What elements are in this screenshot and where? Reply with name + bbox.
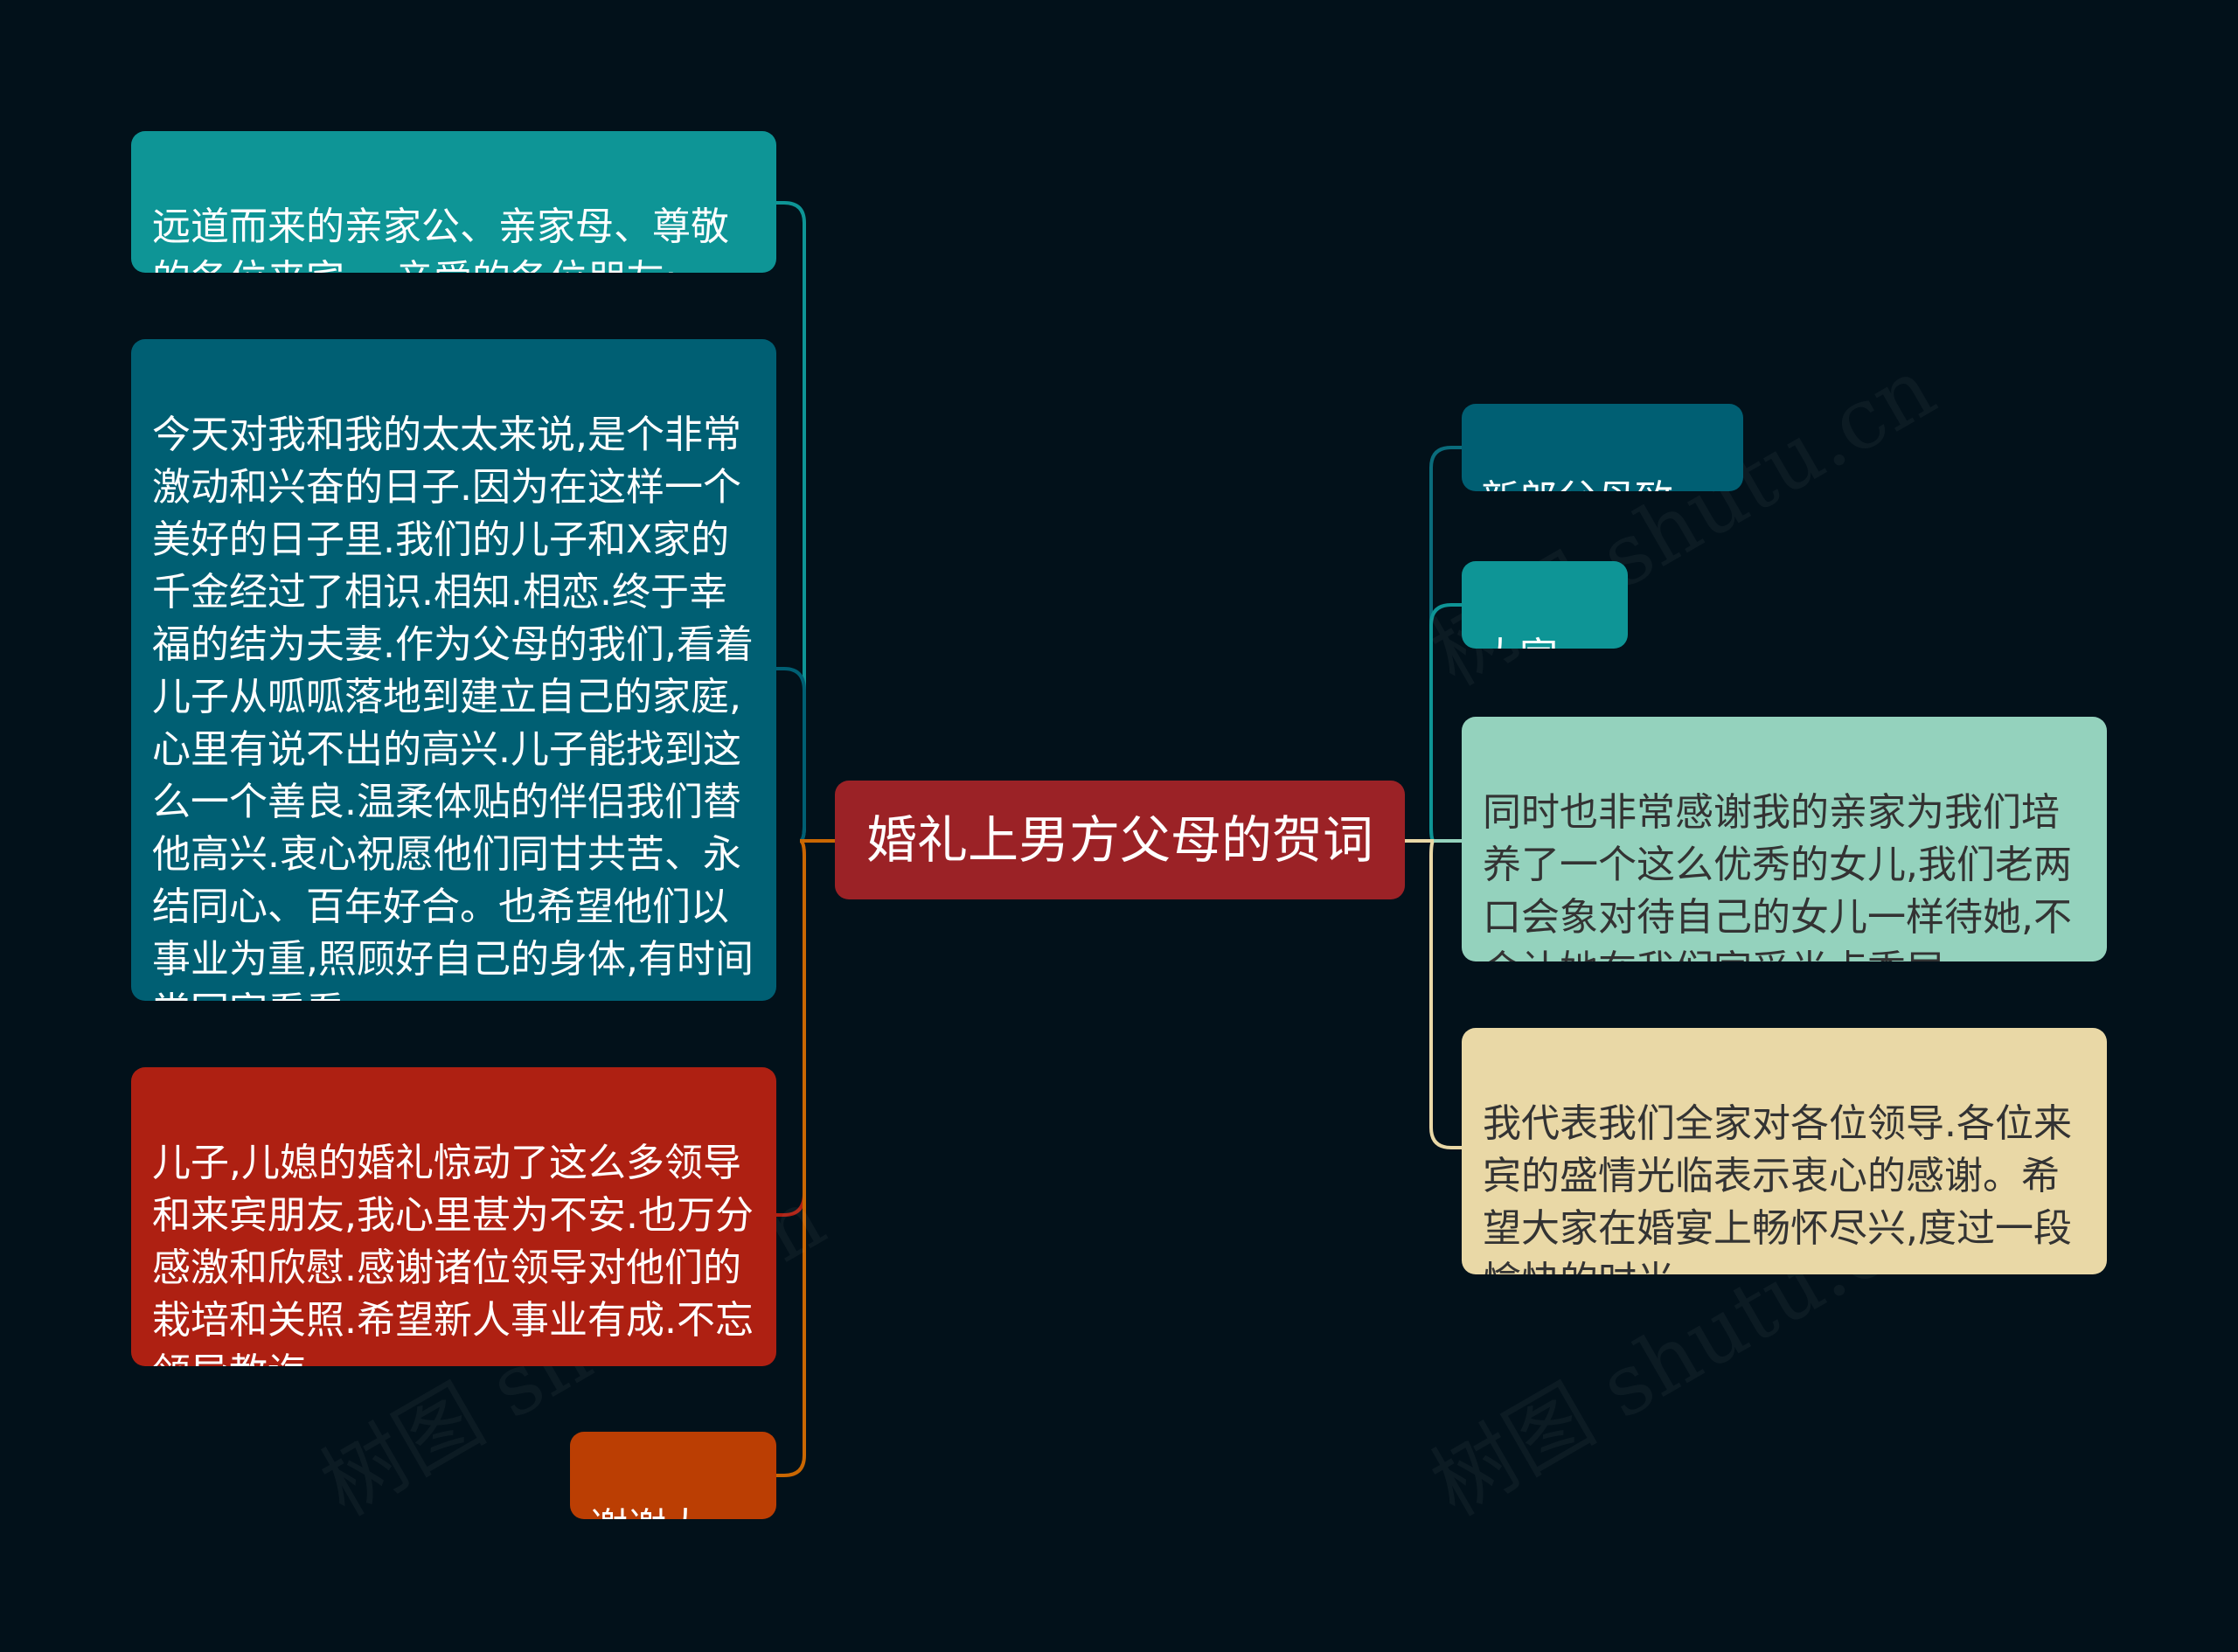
topic-text: 大家好! [1481, 635, 1558, 649]
connector-r4 [1405, 839, 1462, 1149]
topic-today-emotions[interactable]: 今天对我和我的太太来说,是个非常 激动和兴奋的日子.因为在这样一个 美好的日子里… [131, 339, 776, 1001]
topic-speech-title[interactable]: 新郎父母致辞: [1462, 404, 1743, 491]
topic-text: 儿子,儿媳的婚礼惊动了这么多领导 和来宾朋友,我心里甚为不安.也万分 感激和欣慰… [152, 1141, 754, 1366]
topic-text: 今天对我和我的太太来说,是个非常 激动和兴奋的日子.因为在这样一个 美好的日子里… [152, 413, 754, 1001]
topic-text: 远道而来的亲家公、亲家母、尊敬 的各位来宾、.亲爱的各位朋友: [152, 205, 729, 273]
connector-l3 [776, 839, 835, 1217]
connector-l2 [776, 667, 835, 843]
topic-text: 新郎父母致辞: [1481, 477, 1673, 491]
connector-l1 [776, 201, 835, 843]
connector-r1 [1405, 446, 1462, 843]
connector-l4 [776, 839, 835, 1477]
connector-r2 [1405, 603, 1462, 843]
topic-thanks-leaders[interactable]: 儿子,儿媳的婚礼惊动了这么多领导 和来宾朋友,我心里甚为不安.也万分 感激和欣慰… [131, 1067, 776, 1366]
topic-thanks-in-laws[interactable]: 同时也非常感谢我的亲家为我们培 养了一个这么优秀的女儿,我们老两 口会象对待自己… [1462, 717, 2107, 961]
topic-text: 我代表我们全家对各位领导.各位来 宾的盛情光临表示衷心的感谢。希 望大家在婚宴上… [1483, 1101, 2072, 1274]
watermark: 树图 shutu.cn [1406, 323, 1952, 708]
topic-hello-everyone[interactable]: 大家好! [1462, 561, 1628, 649]
topic-greeting-guests[interactable]: 远道而来的亲家公、亲家母、尊敬 的各位来宾、.亲爱的各位朋友: [131, 131, 776, 273]
topic-text: 谢谢大家! [589, 1505, 705, 1519]
root-topic-label: 婚礼上男方父母的贺词 [865, 810, 1373, 870]
mind-map-canvas: 树图 shutu.cn 树图 shutu.cn 树图 shutu.cn 婚礼上男… [0, 0, 2238, 1652]
topic-thank-everyone[interactable]: 谢谢大家! [570, 1432, 776, 1519]
root-topic[interactable]: 婚礼上男方父母的贺词 [835, 781, 1405, 899]
topic-text: 同时也非常感谢我的亲家为我们培 养了一个这么优秀的女儿,我们老两 口会象对待自己… [1483, 790, 2072, 961]
topic-family-thanks[interactable]: 我代表我们全家对各位领导.各位来 宾的盛情光临表示衷心的感谢。希 望大家在婚宴上… [1462, 1028, 2107, 1274]
